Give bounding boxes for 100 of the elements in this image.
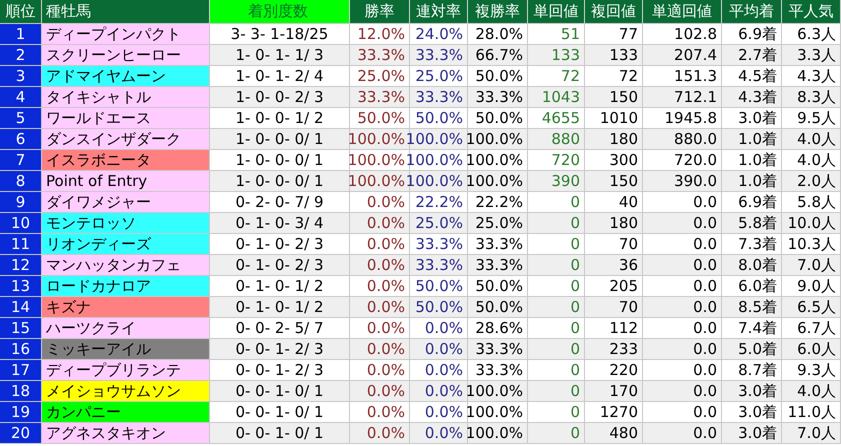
average-popularity-cell: 10.0人 bbox=[782, 213, 841, 233]
average-popularity-cell: 2.0人 bbox=[782, 171, 841, 191]
adjusted-return-cell: 0.0 bbox=[643, 276, 722, 296]
rank-cell: 17 bbox=[0, 360, 42, 380]
quinella-rate-cell: 25.0% bbox=[410, 213, 468, 233]
adjusted-return-cell: 151.3 bbox=[643, 66, 722, 86]
win-return-cell: 0 bbox=[528, 318, 585, 338]
adjusted-return-cell: 0.0 bbox=[643, 360, 722, 380]
show-return-cell: 36 bbox=[585, 255, 643, 275]
average-popularity-cell: 6.3人 bbox=[782, 24, 841, 44]
quinella-rate-cell: 0.0% bbox=[410, 423, 468, 443]
adjusted-return-cell: 0.0 bbox=[643, 318, 722, 338]
show-rate-cell: 28.6% bbox=[468, 318, 528, 338]
sire-name-cell: リオンディーズ bbox=[42, 234, 210, 254]
column-header: 複勝率 bbox=[468, 0, 528, 23]
rank-cell: 10 bbox=[0, 213, 42, 233]
show-rate-cell: 66.7% bbox=[468, 45, 528, 65]
average-finish-cell: 5.0着 bbox=[722, 339, 782, 359]
average-popularity-cell: 6.7人 bbox=[782, 318, 841, 338]
average-finish-cell: 3.0着 bbox=[722, 402, 782, 422]
win-return-cell: 1043 bbox=[528, 87, 585, 107]
show-rate-cell: 100.0% bbox=[468, 381, 528, 401]
show-rate-cell: 50.0% bbox=[468, 297, 528, 317]
average-finish-cell: 2.7着 bbox=[722, 45, 782, 65]
average-finish-cell: 4.5着 bbox=[722, 66, 782, 86]
quinella-rate-cell: 22.2% bbox=[410, 192, 468, 212]
show-rate-cell: 33.3% bbox=[468, 339, 528, 359]
adjusted-return-cell: 0.0 bbox=[643, 423, 722, 443]
adjusted-return-cell: 1945.8 bbox=[643, 108, 722, 128]
rank-cell: 2 bbox=[0, 45, 42, 65]
win-return-cell: 0 bbox=[528, 339, 585, 359]
show-return-cell: 77 bbox=[585, 24, 643, 44]
sire-name-cell: メイショウサムソン bbox=[42, 381, 210, 401]
average-finish-cell: 3.0着 bbox=[722, 108, 782, 128]
show-return-cell: 70 bbox=[585, 297, 643, 317]
quinella-rate-cell: 33.3% bbox=[410, 87, 468, 107]
average-popularity-cell: 6.0人 bbox=[782, 339, 841, 359]
average-popularity-cell: 9.5人 bbox=[782, 108, 841, 128]
quinella-rate-cell: 50.0% bbox=[410, 108, 468, 128]
sire-name-cell: モンテロッソ bbox=[42, 213, 210, 233]
average-popularity-cell: 11.0人 bbox=[782, 402, 841, 422]
record-cell: 0- 0- 1- 2/ 3 bbox=[210, 339, 350, 359]
quinella-rate-cell: 33.3% bbox=[410, 234, 468, 254]
average-finish-cell: 5.8着 bbox=[722, 213, 782, 233]
quinella-rate-cell: 0.0% bbox=[410, 402, 468, 422]
sire-name-cell: キズナ bbox=[42, 297, 210, 317]
show-return-cell: 1010 bbox=[585, 108, 643, 128]
show-return-cell: 1270 bbox=[585, 402, 643, 422]
show-return-cell: 205 bbox=[585, 276, 643, 296]
show-return-cell: 40 bbox=[585, 192, 643, 212]
column-header: 順位 bbox=[0, 0, 42, 23]
rank-cell: 16 bbox=[0, 339, 42, 359]
adjusted-return-cell: 880.0 bbox=[643, 129, 722, 149]
win-return-cell: 4655 bbox=[528, 108, 585, 128]
win-rate-cell: 0.0% bbox=[350, 402, 410, 422]
quinella-rate-cell: 0.0% bbox=[410, 360, 468, 380]
sire-name-cell: ディープインパクト bbox=[42, 24, 210, 44]
average-popularity-cell: 10.3人 bbox=[782, 234, 841, 254]
win-rate-cell: 33.3% bbox=[350, 87, 410, 107]
win-rate-cell: 25.0% bbox=[350, 66, 410, 86]
adjusted-return-cell: 0.0 bbox=[643, 255, 722, 275]
average-popularity-cell: 7.0人 bbox=[782, 423, 841, 443]
sire-name-cell: ミッキーアイル bbox=[42, 339, 210, 359]
record-cell: 1- 0- 0- 0/ 1 bbox=[210, 171, 350, 191]
win-rate-cell: 0.0% bbox=[350, 213, 410, 233]
win-rate-cell: 0.0% bbox=[350, 381, 410, 401]
show-return-cell: 112 bbox=[585, 318, 643, 338]
average-popularity-cell: 4.3人 bbox=[782, 66, 841, 86]
average-finish-cell: 1.0着 bbox=[722, 171, 782, 191]
show-return-cell: 70 bbox=[585, 234, 643, 254]
record-cell: 0- 0- 1- 0/ 1 bbox=[210, 423, 350, 443]
adjusted-return-cell: 390.0 bbox=[643, 171, 722, 191]
win-return-cell: 0 bbox=[528, 381, 585, 401]
rank-cell: 11 bbox=[0, 234, 42, 254]
average-finish-cell: 6.9着 bbox=[722, 24, 782, 44]
average-finish-cell: 3.0着 bbox=[722, 381, 782, 401]
adjusted-return-cell: 207.4 bbox=[643, 45, 722, 65]
show-return-cell: 72 bbox=[585, 66, 643, 86]
average-finish-cell: 8.0着 bbox=[722, 255, 782, 275]
win-rate-cell: 50.0% bbox=[350, 108, 410, 128]
average-finish-cell: 6.9着 bbox=[722, 192, 782, 212]
record-cell: 1- 0- 0- 0/ 1 bbox=[210, 150, 350, 170]
average-popularity-cell: 9.0人 bbox=[782, 276, 841, 296]
show-return-cell: 220 bbox=[585, 360, 643, 380]
record-cell: 0- 2- 0- 7/ 9 bbox=[210, 192, 350, 212]
rank-cell: 15 bbox=[0, 318, 42, 338]
sire-name-cell: ダイワメジャー bbox=[42, 192, 210, 212]
show-rate-cell: 22.2% bbox=[468, 192, 528, 212]
sire-name-cell: マンハッタンカフェ bbox=[42, 255, 210, 275]
win-return-cell: 0 bbox=[528, 402, 585, 422]
sire-name-cell: カンパニー bbox=[42, 402, 210, 422]
sire-name-cell: アドマイヤムーン bbox=[42, 66, 210, 86]
win-rate-cell: 0.0% bbox=[350, 297, 410, 317]
record-cell: 1- 0- 0- 2/ 3 bbox=[210, 87, 350, 107]
average-finish-cell: 6.0着 bbox=[722, 276, 782, 296]
win-rate-cell: 12.0% bbox=[350, 24, 410, 44]
average-finish-cell: 8.7着 bbox=[722, 360, 782, 380]
show-rate-cell: 100.0% bbox=[468, 402, 528, 422]
record-cell: 0- 0- 2- 5/ 7 bbox=[210, 318, 350, 338]
adjusted-return-cell: 0.0 bbox=[643, 297, 722, 317]
